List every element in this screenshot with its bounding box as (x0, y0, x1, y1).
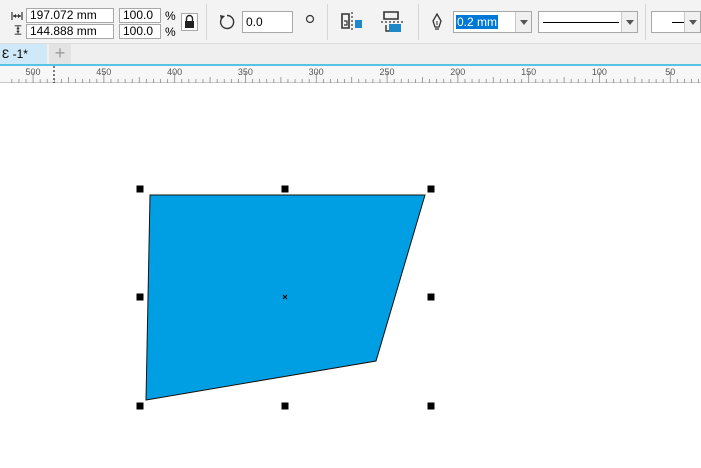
mirror-vertical-icon[interactable] (380, 10, 404, 34)
ruler-label: 100 (592, 67, 607, 77)
scale-x-percent: % (165, 9, 176, 23)
width-input[interactable]: 197.072 mm (26, 8, 114, 23)
degree-icon (305, 14, 315, 24)
selection-handle[interactable] (281, 402, 289, 410)
mirror-horizontal-icon[interactable] (340, 11, 364, 33)
ruler-label: 150 (521, 67, 536, 77)
selection-handle[interactable] (427, 185, 435, 193)
line-style-dropdown-arrow[interactable] (621, 12, 637, 32)
rotate-icon[interactable] (218, 13, 236, 31)
selection-handle[interactable] (427, 293, 435, 301)
selection-handle[interactable] (136, 293, 144, 301)
lock-ratio-button[interactable] (181, 13, 198, 31)
ruler-label: 300 (309, 67, 324, 77)
ruler-scale: 500 450 400 350 300 250 200 150 100 50 (11, 66, 699, 83)
ruler-label: 350 (238, 67, 253, 77)
drawing-canvas[interactable] (0, 83, 701, 468)
scale-x-input[interactable]: 100.0 (119, 8, 161, 23)
height-input[interactable]: 144.888 mm (26, 24, 114, 39)
outline-width-dropdown-arrow[interactable] (515, 12, 531, 32)
lock-icon (185, 14, 194, 28)
outline-width-value[interactable]: 0.2 mm (456, 15, 499, 29)
ruler-label: 500 (25, 67, 40, 77)
horizontal-ruler[interactable]: 500 450 400 350 300 250 200 150 100 50 (0, 66, 701, 83)
toolbar-separator (327, 4, 328, 40)
property-bar: 197.072 mm 144.888 mm 100.0 % 100.0 % 0.… (0, 0, 701, 44)
selection-handle[interactable] (427, 402, 435, 410)
toolbar-separator (418, 4, 419, 40)
ruler-label: 250 (379, 67, 394, 77)
height-icon (14, 25, 22, 35)
line-style-preview (543, 22, 619, 23)
arrowhead-combo[interactable] (651, 11, 701, 33)
toolbar-separator (645, 4, 646, 40)
selection-handle[interactable] (281, 185, 289, 193)
line-style-combo[interactable] (538, 11, 638, 33)
document-tab-strip: Ɛ -1* + (0, 44, 701, 66)
scale-y-input[interactable]: 100.0 (119, 24, 161, 39)
document-tab[interactable]: Ɛ -1* (0, 44, 47, 64)
width-icon (11, 12, 23, 20)
rotation-input[interactable]: 0.0 (242, 11, 293, 33)
toolbar-separator (206, 4, 207, 40)
selection-handle[interactable] (136, 402, 144, 410)
add-tab-button[interactable]: + (49, 44, 71, 64)
ruler-label: 450 (96, 67, 111, 77)
ruler-label: 50 (665, 67, 675, 77)
selection-handle[interactable] (136, 185, 144, 193)
arrowhead-dropdown-arrow[interactable] (684, 12, 700, 32)
ruler-label: 200 (450, 67, 465, 77)
pen-outline-icon (432, 13, 442, 30)
scale-y-percent: % (165, 25, 176, 39)
ruler-label: 400 (167, 67, 182, 77)
outline-width-combo[interactable]: 0.2 mm (453, 11, 532, 33)
